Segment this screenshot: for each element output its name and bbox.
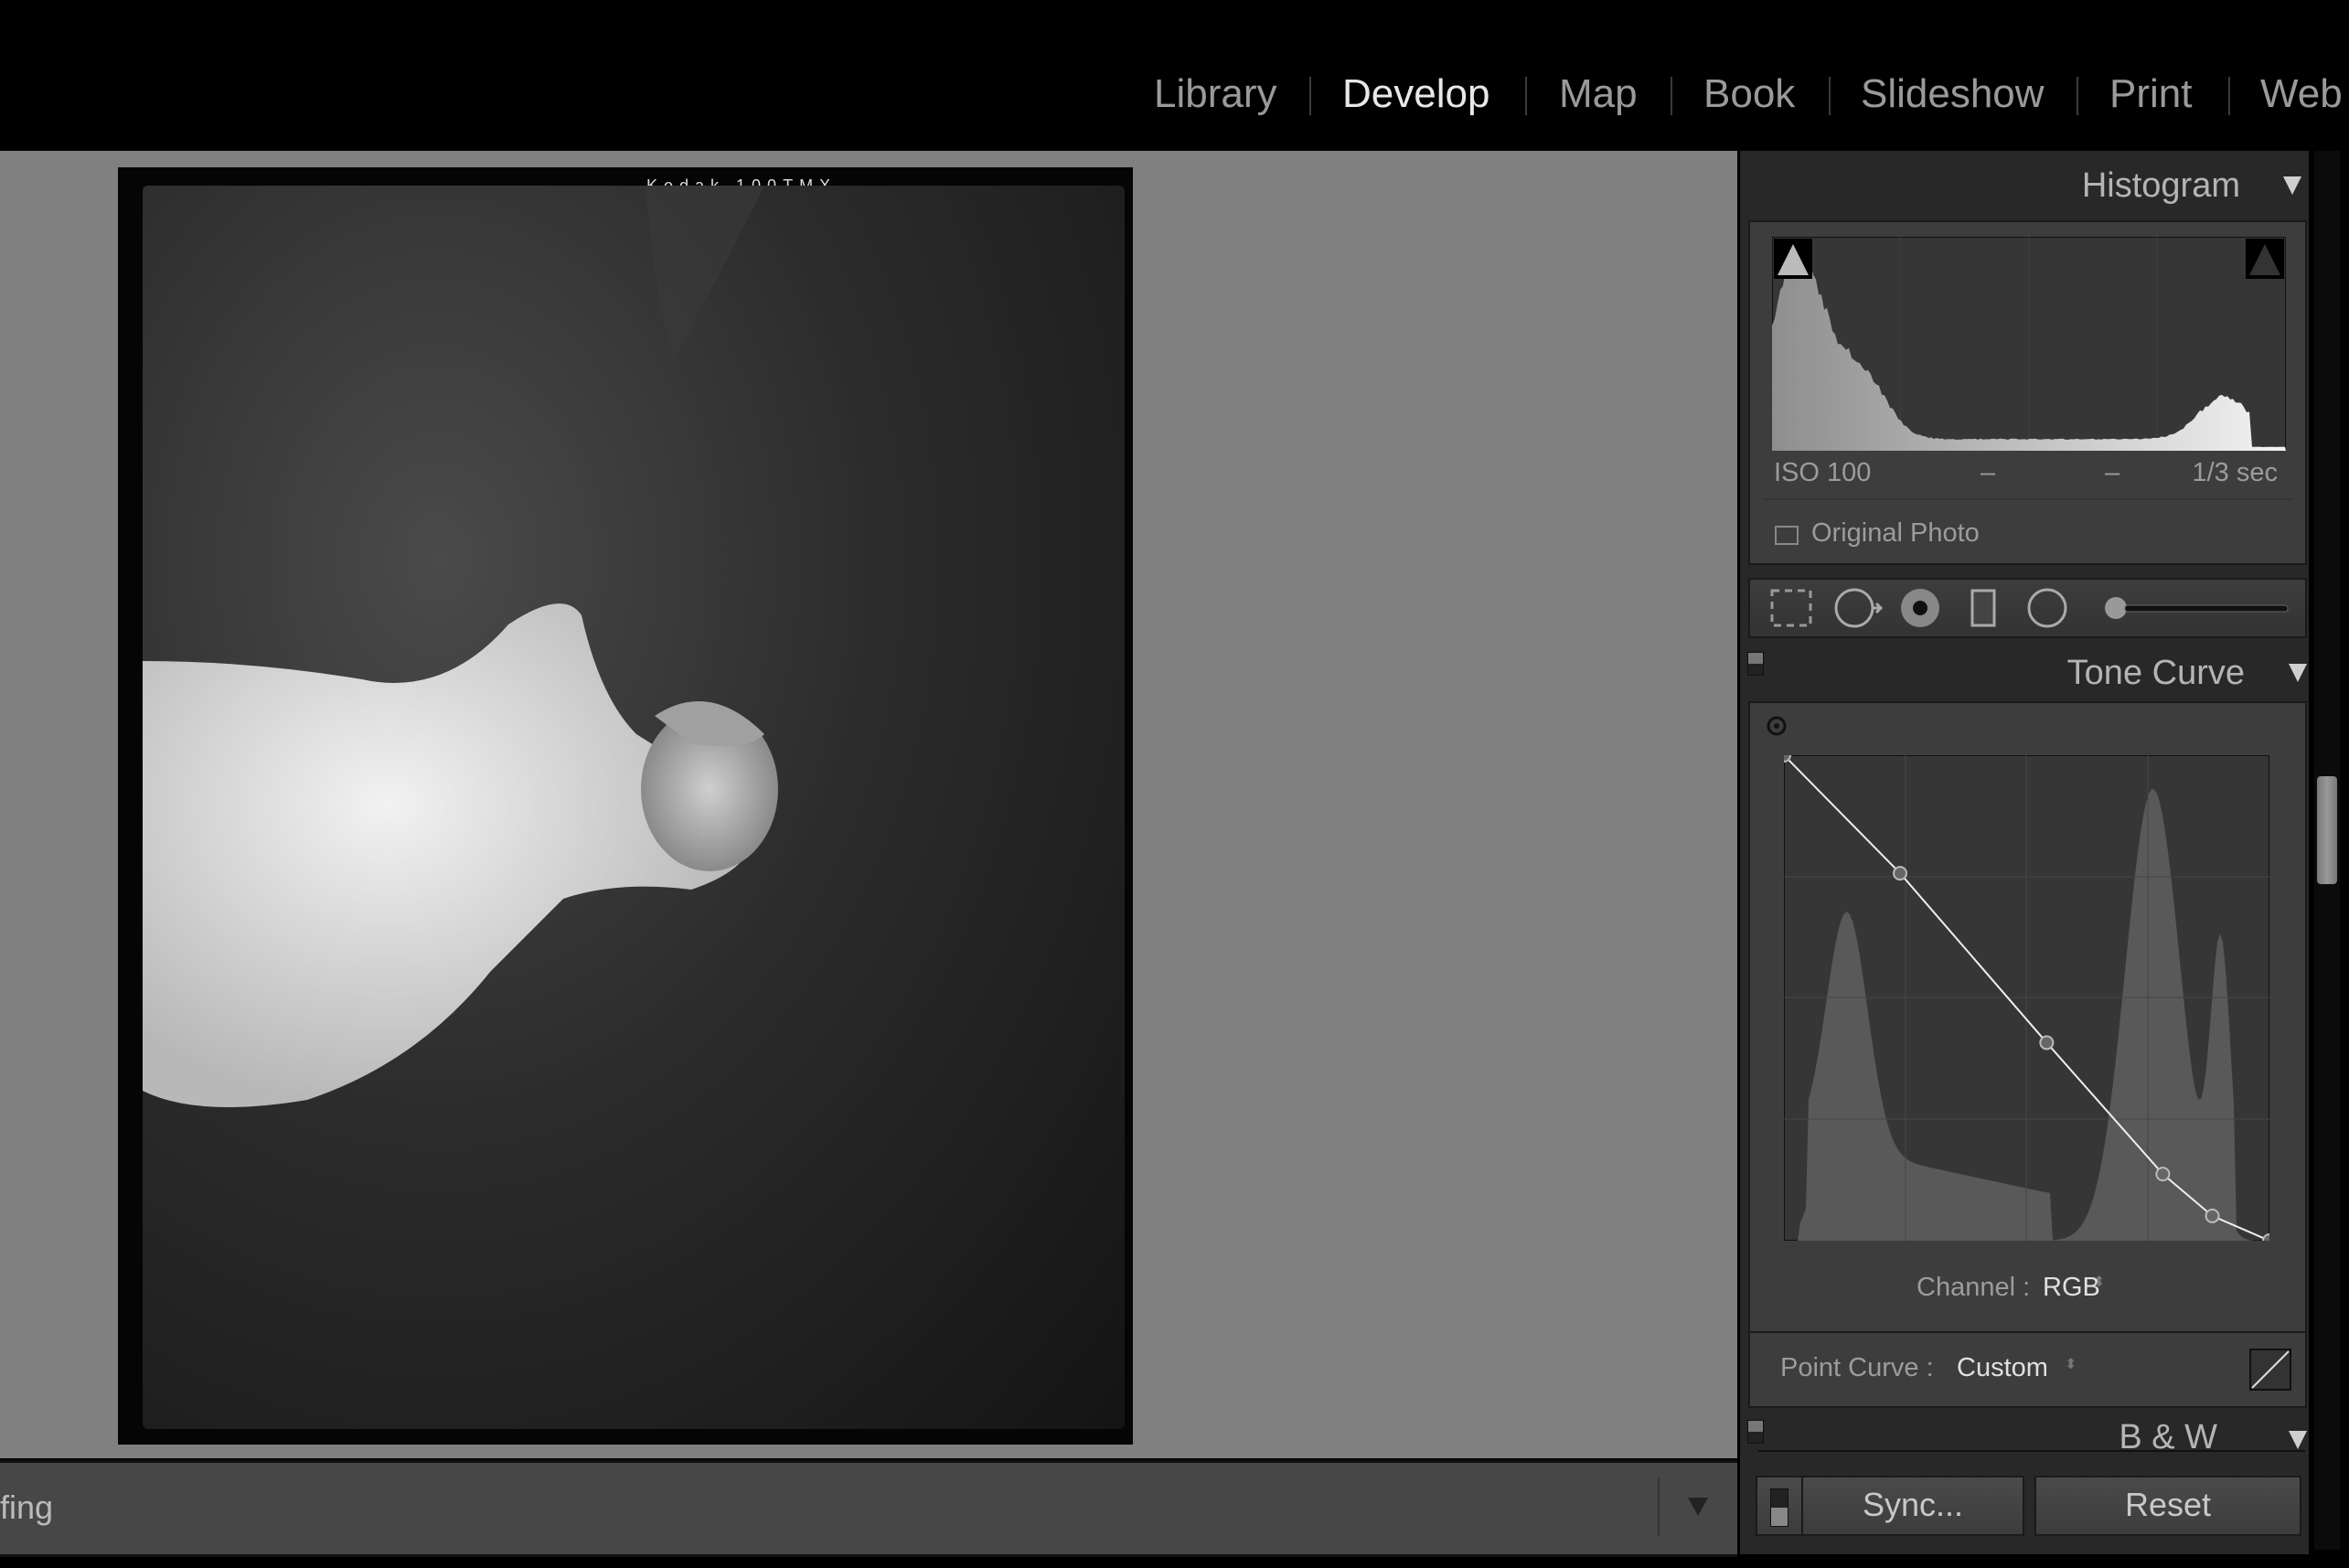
photo-content [143,186,1125,1429]
divider [1658,1477,1660,1536]
panel-toggle-switch[interactable] [1747,652,1764,676]
divider [1829,77,1831,115]
histogram-graph[interactable] [1772,237,2286,451]
divider [1763,498,2293,500]
sync-button[interactable]: Sync... [1801,1476,2024,1536]
develop-right-panel: Histogram ISO 100 – – 1/3 sec Original P… [1740,151,2309,1554]
scrollbar-thumb[interactable] [2317,776,2337,884]
module-develop[interactable]: Develop [1342,71,1489,117]
tool-icons [1750,580,2305,636]
divider [2228,77,2230,115]
spot-removal-icon[interactable] [1836,590,1881,626]
module-print[interactable]: Print [2109,71,2192,117]
module-map[interactable]: Map [1559,71,1638,117]
histogram-panel: ISO 100 – – 1/3 sec Original Photo [1748,220,2307,565]
tone-curve-graph[interactable] [1784,755,2269,1241]
bottom-toolbar: fing [0,1460,1737,1557]
original-photo-checkbox[interactable] [1775,526,1799,545]
aperture-value: – [2105,458,2119,488]
target-adjustment-icon[interactable] [1766,715,1788,737]
curve-control-point[interactable] [1894,867,1906,880]
iso-value: ISO 100 [1774,458,1871,488]
collapse-triangle-icon[interactable] [2289,1431,2307,1449]
curve-control-point[interactable] [2040,1036,2053,1049]
sync-mode-switch[interactable] [1756,1476,1803,1536]
collapse-triangle-icon[interactable] [2289,664,2307,682]
tool-strip [1748,578,2307,638]
channel-label: Channel : [1917,1273,2030,1303]
divider [1758,1450,2305,1452]
crop-overlay-icon[interactable] [1772,591,1810,625]
divider [2077,77,2078,115]
tone-curve-title[interactable]: Tone Curve [2067,654,2245,693]
point-curve-row: Point Curve : Custom ⬍ [1748,1331,2307,1408]
radial-filter-icon[interactable] [2029,590,2066,626]
photo-preview[interactable]: Kodak 100TMX [118,167,1133,1445]
red-eye-icon[interactable] [1901,589,1939,627]
select-arrows-icon[interactable]: ⬍ [2093,1273,2105,1291]
select-arrows-icon[interactable]: ⬍ [2065,1355,2077,1373]
module-slideshow[interactable]: Slideshow [1861,71,2045,117]
original-photo-label: Original Photo [1811,518,1980,549]
divider [1309,77,1311,115]
toolbar-dropdown-icon[interactable] [1688,1498,1708,1516]
adjustment-brush-icon[interactable] [2105,597,2288,619]
curve-control-point[interactable] [2156,1168,2169,1180]
divider [1525,77,1527,115]
tone-curve-panel: Channel : RGB ⬍ [1748,701,2307,1333]
module-book[interactable]: Book [1703,71,1795,117]
graduated-filter-icon[interactable] [1972,591,1994,625]
focal-length-value: – [1981,458,1995,488]
reset-button[interactable]: Reset [2034,1476,2301,1536]
module-library[interactable]: Library [1154,71,1277,117]
module-web[interactable]: Web [2260,71,2343,117]
parametric-curve-toggle-icon[interactable] [2249,1349,2291,1391]
panel-toggle-switch[interactable] [1747,1420,1764,1444]
photo-image [143,186,1125,1429]
curve-control-point[interactable] [2206,1210,2219,1222]
toolbar-label: fing [0,1488,53,1527]
divider [1671,77,1672,115]
channel-select[interactable]: RGB [2043,1273,2100,1303]
collapse-triangle-icon[interactable] [2283,176,2301,195]
point-curve-select[interactable]: Custom [1957,1353,2048,1383]
module-picker: Library Develop Map Book Slideshow Print… [0,0,2349,149]
shutter-value: 1/3 sec [2193,458,2279,488]
point-curve-label: Point Curve : [1780,1353,1934,1383]
histogram-title[interactable]: Histogram [2082,166,2240,206]
